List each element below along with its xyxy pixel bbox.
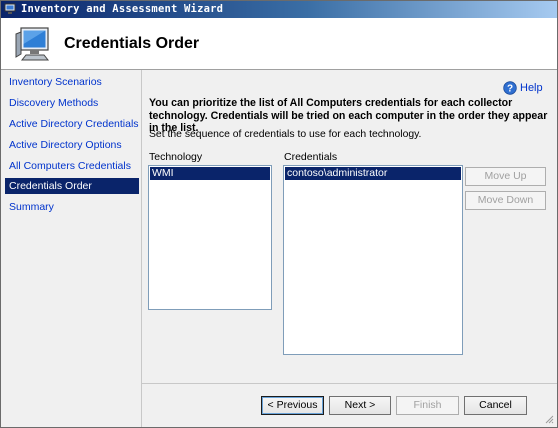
resize-grip-icon[interactable]	[544, 414, 554, 424]
move-up-button[interactable]: Move Up	[465, 167, 546, 186]
nav-item-active-directory-credentials[interactable]: Active Directory Credentials	[5, 116, 139, 132]
window-title: Inventory and Assessment Wizard	[21, 3, 224, 15]
nav-item-credentials-order[interactable]: Credentials Order	[5, 178, 139, 194]
technology-list[interactable]: WMI	[148, 165, 272, 310]
technology-list-item[interactable]: WMI	[150, 167, 270, 180]
nav-item-all-computers-credentials[interactable]: All Computers Credentials	[5, 158, 139, 174]
credentials-list-item[interactable]: contoso\administrator	[285, 167, 461, 180]
credentials-label: Credentials	[284, 151, 338, 163]
help-icon: ?	[503, 81, 517, 95]
move-down-button[interactable]: Move Down	[465, 191, 546, 210]
app-icon	[4, 3, 16, 14]
computer-monitor-icon	[15, 27, 50, 61]
previous-button[interactable]: < Previous	[261, 396, 324, 415]
wizard-window: Inventory and Assessment Wizard Credenti…	[0, 0, 558, 428]
footer-divider	[142, 383, 557, 384]
help-label: Help	[520, 82, 543, 94]
nav-item-inventory-scenarios[interactable]: Inventory Scenarios	[5, 74, 139, 90]
svg-text:?: ?	[507, 84, 513, 95]
next-button[interactable]: Next >	[329, 396, 391, 415]
wizard-nav: Inventory Scenarios Discovery Methods Ac…	[1, 70, 142, 427]
technology-label: Technology	[149, 151, 203, 163]
cancel-button[interactable]: Cancel	[464, 396, 527, 415]
nav-item-active-directory-options[interactable]: Active Directory Options	[5, 137, 139, 153]
sequence-instruction: Set the sequence of credentials to use f…	[149, 129, 422, 140]
finish-button[interactable]: Finish	[396, 396, 459, 415]
credentials-list[interactable]: contoso\administrator	[283, 165, 463, 355]
wizard-header: Credentials Order	[1, 18, 557, 70]
title-bar[interactable]: Inventory and Assessment Wizard	[1, 1, 557, 18]
nav-item-discovery-methods[interactable]: Discovery Methods	[5, 95, 139, 111]
nav-item-summary[interactable]: Summary	[5, 199, 139, 215]
main-panel: ? Help You can prioritize the list of Al…	[142, 70, 557, 427]
page-title: Credentials Order	[64, 35, 200, 52]
